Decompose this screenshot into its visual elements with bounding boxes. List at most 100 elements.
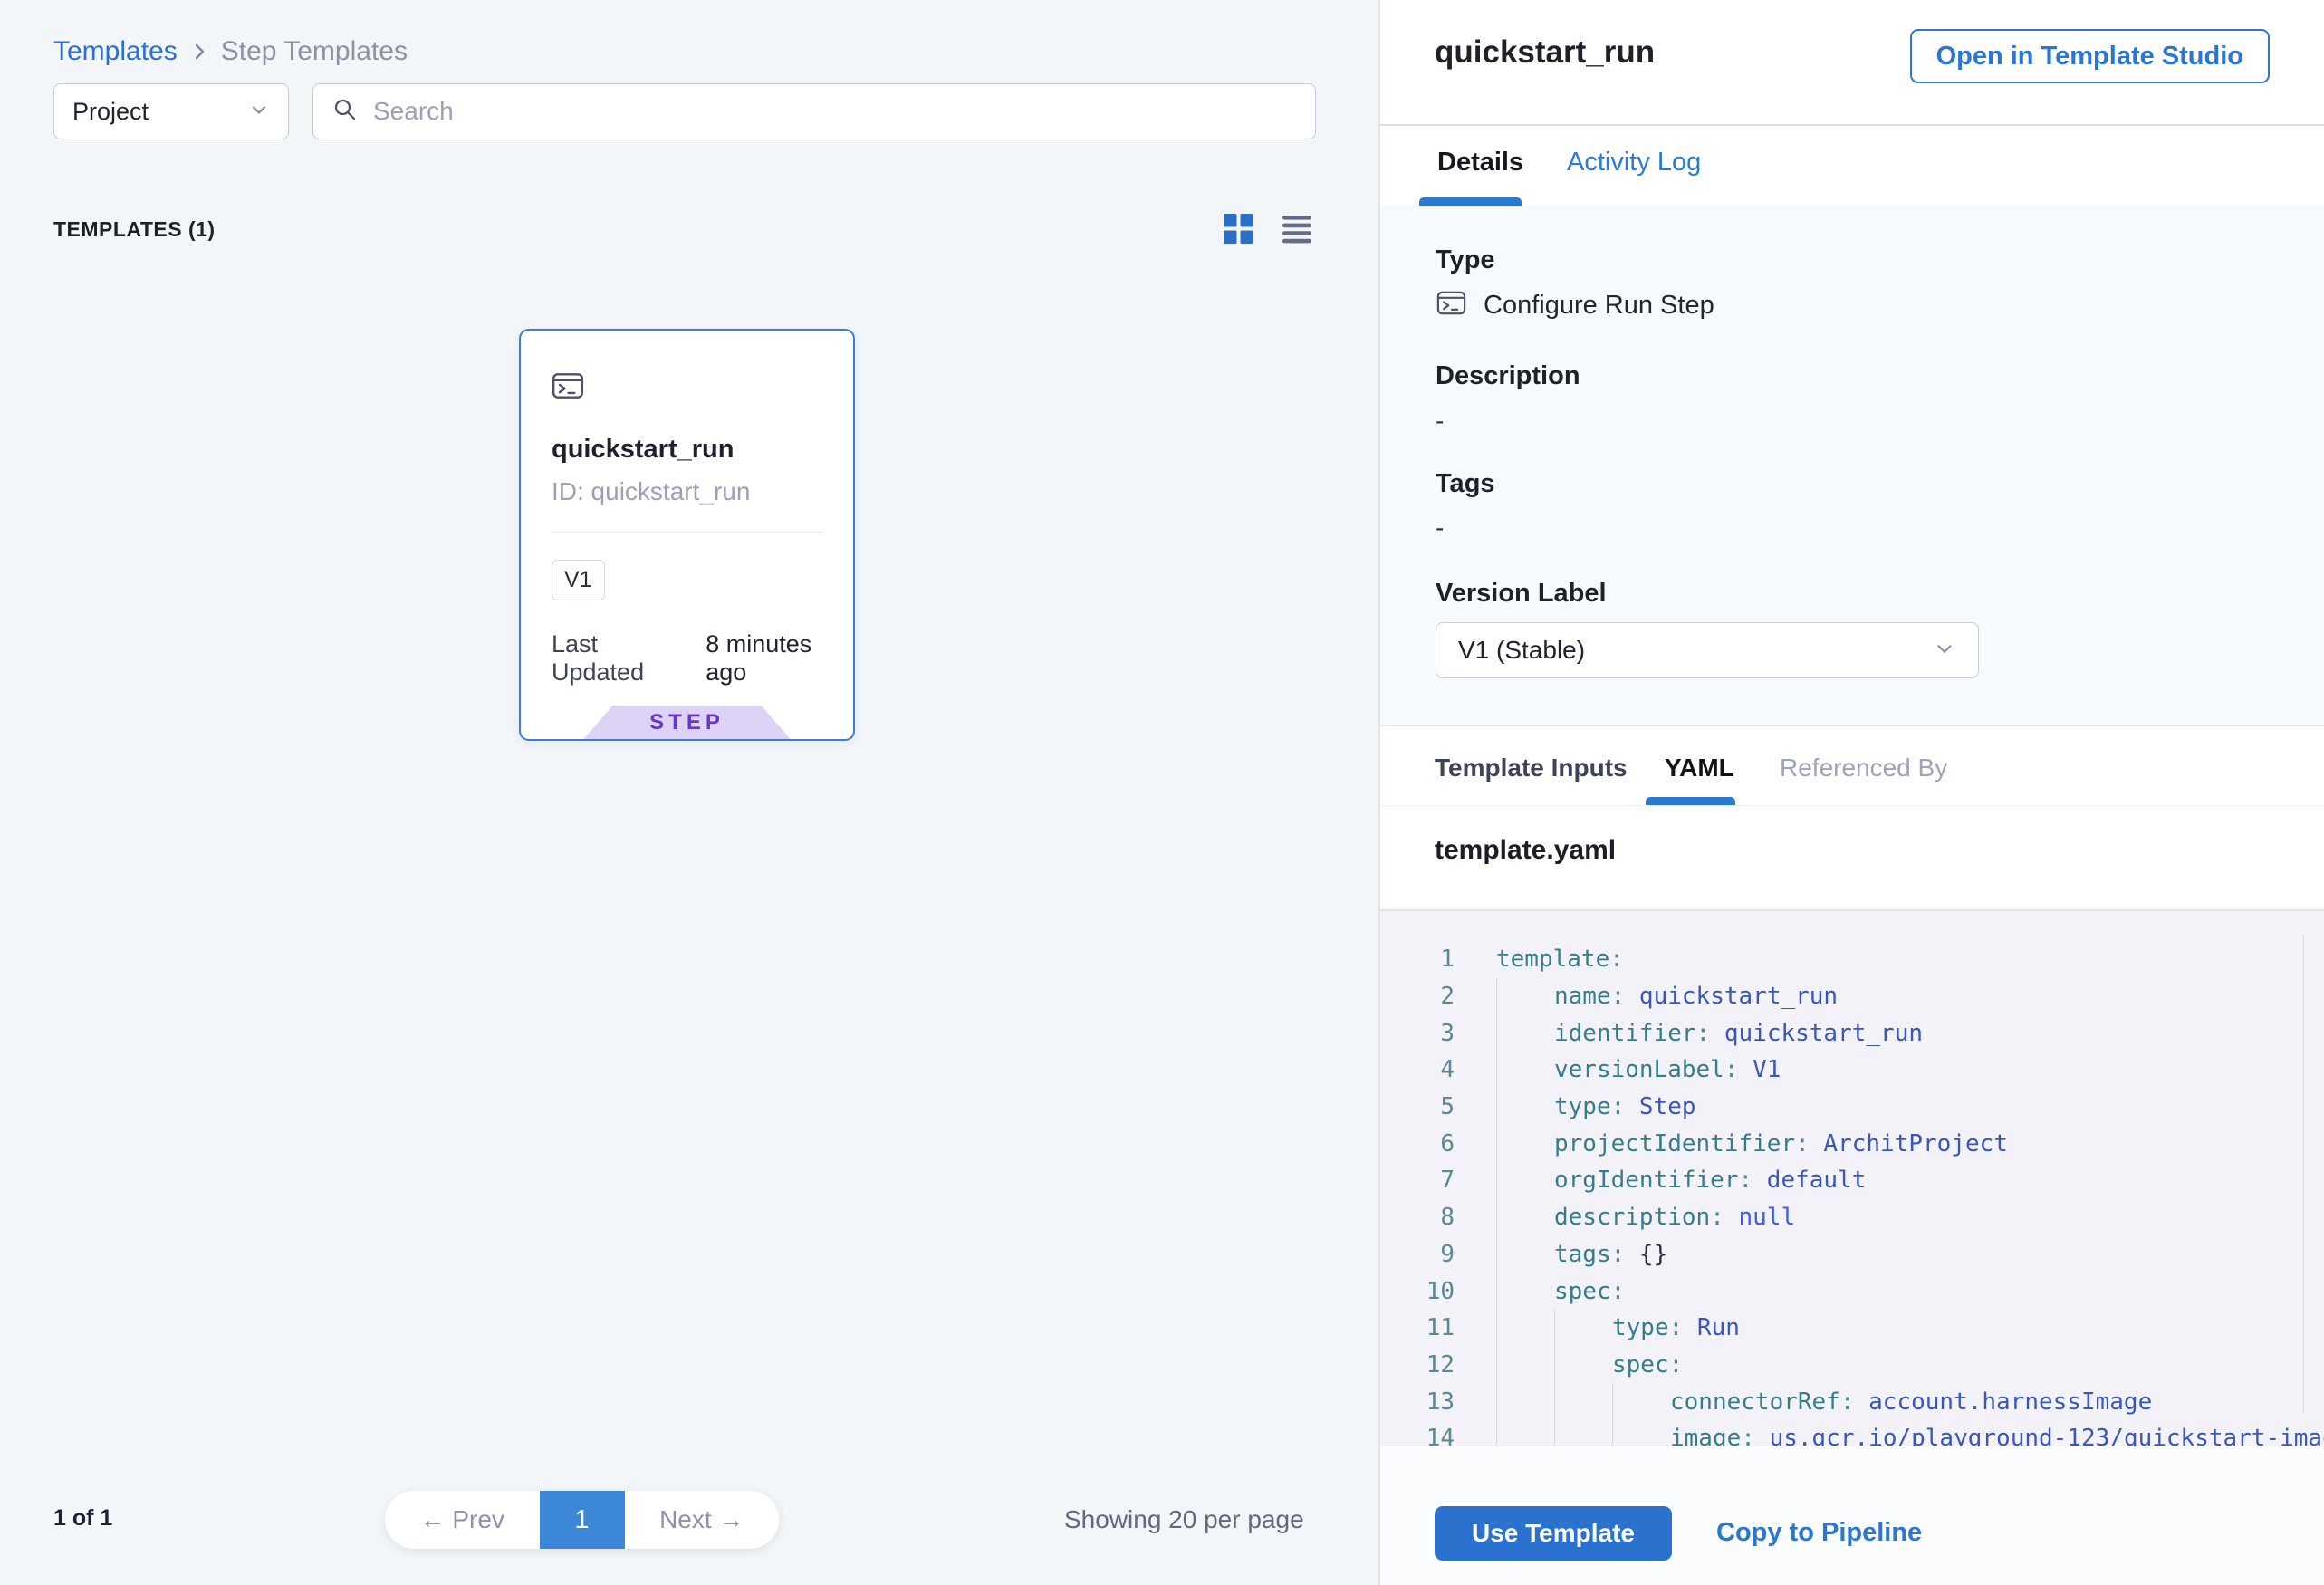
yaml-line-12: 12spec: [1380, 1347, 2324, 1384]
yaml-filename: template.yaml [1435, 835, 1616, 866]
tab-activity-log[interactable]: Activity Log [1567, 148, 1701, 178]
indent-guide [1496, 1089, 1554, 1126]
scope-select-value: Project [72, 98, 149, 126]
yaml-line-1: 1template: [1380, 941, 2324, 978]
yaml-line-7: 7orgIdentifier: default [1380, 1162, 2324, 1199]
yaml-line-number: 1 [1380, 946, 1455, 973]
scope-select[interactable]: Project [53, 83, 289, 139]
indent-guide [1496, 978, 1554, 1015]
yaml-line-number: 12 [1380, 1351, 1455, 1378]
breadcrumb-templates-link[interactable]: Templates [53, 36, 178, 67]
indent-guide [1554, 1347, 1612, 1384]
yaml-line-11: 11type: Run [1380, 1310, 2324, 1347]
last-updated-label: Last Updated [552, 630, 691, 687]
indent-guide [1496, 1162, 1554, 1199]
indent-guide [1496, 1383, 1554, 1420]
type-label: Type [1436, 245, 1495, 275]
actions-bar: Use Template Copy to Pipeline [1380, 1446, 2324, 1585]
card-id: ID: quickstart_run [552, 477, 750, 506]
sub-tab-bar: Template Inputs YAML Referenced By [1380, 726, 2324, 806]
version-badge: V1 [552, 560, 605, 600]
yaml-line-number: 11 [1380, 1314, 1455, 1341]
grid-view-icon[interactable] [1224, 214, 1253, 244]
yaml-line-number: 10 [1380, 1278, 1455, 1305]
yaml-line-number: 3 [1380, 1020, 1455, 1047]
card-divider [552, 532, 823, 533]
page-count-label: 1 of 1 [53, 1505, 112, 1532]
template-details-panel: quickstart_run Open in Template Studio D… [1380, 0, 2324, 1585]
tab-referenced-by[interactable]: Referenced By [1780, 754, 1947, 783]
step-type-badge: STEP [584, 706, 791, 739]
tab-template-inputs[interactable]: Template Inputs [1435, 754, 1628, 783]
last-updated-value: 8 minutes ago [706, 630, 853, 687]
yaml-line-number: 5 [1380, 1093, 1455, 1120]
open-in-template-studio-button[interactable]: Open in Template Studio [1910, 29, 2270, 83]
header-divider [1380, 124, 2324, 126]
template-card-quickstart-run[interactable]: quickstart_run ID: quickstart_run V1 Las… [519, 329, 855, 741]
yaml-line-number: 2 [1380, 983, 1455, 1010]
tab-details[interactable]: Details [1437, 148, 1523, 178]
card-last-updated: Last Updated 8 minutes ago [552, 630, 853, 687]
indent-guide [1612, 1420, 1670, 1446]
yaml-line-4: 4versionLabel: V1 [1380, 1052, 2324, 1089]
tab-yaml[interactable]: YAML [1665, 754, 1734, 783]
indent-guide [1554, 1310, 1612, 1347]
indent-guide [1554, 1420, 1612, 1446]
indent-guide [1496, 1420, 1554, 1446]
yaml-line-number: 13 [1380, 1388, 1455, 1416]
indent-guide [1496, 1236, 1554, 1273]
yaml-line-10: 10spec: [1380, 1273, 2324, 1310]
indent-guide [1496, 1347, 1554, 1384]
breadcrumb: Templates Step Templates [53, 36, 408, 67]
version-select-value: V1 (Stable) [1458, 636, 1585, 665]
next-page-button[interactable]: Next → [625, 1505, 780, 1534]
yaml-line-number: 9 [1380, 1241, 1455, 1268]
type-value: Configure Run Step [1484, 291, 1714, 321]
yaml-line-number: 14 [1380, 1425, 1455, 1446]
indent-guide [1496, 1310, 1554, 1347]
search-placeholder: Search [373, 97, 454, 126]
tags-label: Tags [1436, 469, 1495, 499]
yaml-line-14: 14image: us.gcr.io/playground-123/quicks… [1380, 1420, 2324, 1446]
tags-value: - [1436, 514, 1444, 543]
templates-list-panel: Templates Step Templates Project Search … [0, 0, 1378, 1585]
yaml-line-number: 8 [1380, 1204, 1455, 1231]
indent-guide [1496, 1125, 1554, 1162]
yaml-line-number: 7 [1380, 1167, 1455, 1194]
description-value: - [1436, 407, 1444, 436]
page-1-button[interactable]: 1 [540, 1491, 625, 1549]
search-icon [331, 96, 359, 128]
indent-guide [1496, 1199, 1554, 1236]
version-label: Version Label [1436, 579, 1607, 609]
version-select[interactable]: V1 (Stable) [1436, 622, 1979, 678]
yaml-code-viewer[interactable]: 1template:2name: quickstart_run3identifi… [1380, 911, 2324, 1446]
yaml-line-8: 8description: null [1380, 1199, 2324, 1236]
breadcrumb-current: Step Templates [221, 36, 408, 67]
yaml-line-13: 13connectorRef: account.harnessImage [1380, 1383, 2324, 1420]
chevron-down-icon [248, 99, 270, 125]
copy-to-pipeline-button[interactable]: Copy to Pipeline [1716, 1518, 1922, 1548]
yaml-line-6: 6projectIdentifier: ArchitProject [1380, 1125, 2324, 1162]
list-view-icon[interactable] [1282, 215, 1311, 244]
pagination-control: ← Prev 1 Next → [385, 1491, 779, 1549]
terminal-window-icon [1436, 287, 1467, 323]
type-value-row: Configure Run Step [1436, 287, 1714, 323]
yaml-line-2: 2name: quickstart_run [1380, 978, 2324, 1015]
yaml-line-number: 4 [1380, 1056, 1455, 1083]
active-subtab-underline [1646, 797, 1735, 805]
terminal-window-icon [551, 369, 585, 408]
search-input[interactable]: Search [312, 83, 1316, 139]
indent-guide [1612, 1383, 1670, 1420]
yaml-line-9: 9tags: {} [1380, 1236, 2324, 1273]
use-template-button[interactable]: Use Template [1435, 1506, 1672, 1561]
prev-page-button[interactable]: ← Prev [385, 1505, 540, 1534]
chevron-down-icon [1933, 637, 1956, 665]
indent-guide [1496, 1014, 1554, 1052]
indent-guide [1496, 1052, 1554, 1089]
indent-guide [1554, 1383, 1612, 1420]
active-tab-underline [1419, 197, 1522, 206]
indent-guide [1496, 1273, 1554, 1310]
yaml-line-number: 6 [1380, 1130, 1455, 1158]
code-scrollbar-track[interactable] [2303, 935, 2304, 1413]
details-section: Type Configure Run Step Description - Ta… [1380, 206, 2324, 725]
